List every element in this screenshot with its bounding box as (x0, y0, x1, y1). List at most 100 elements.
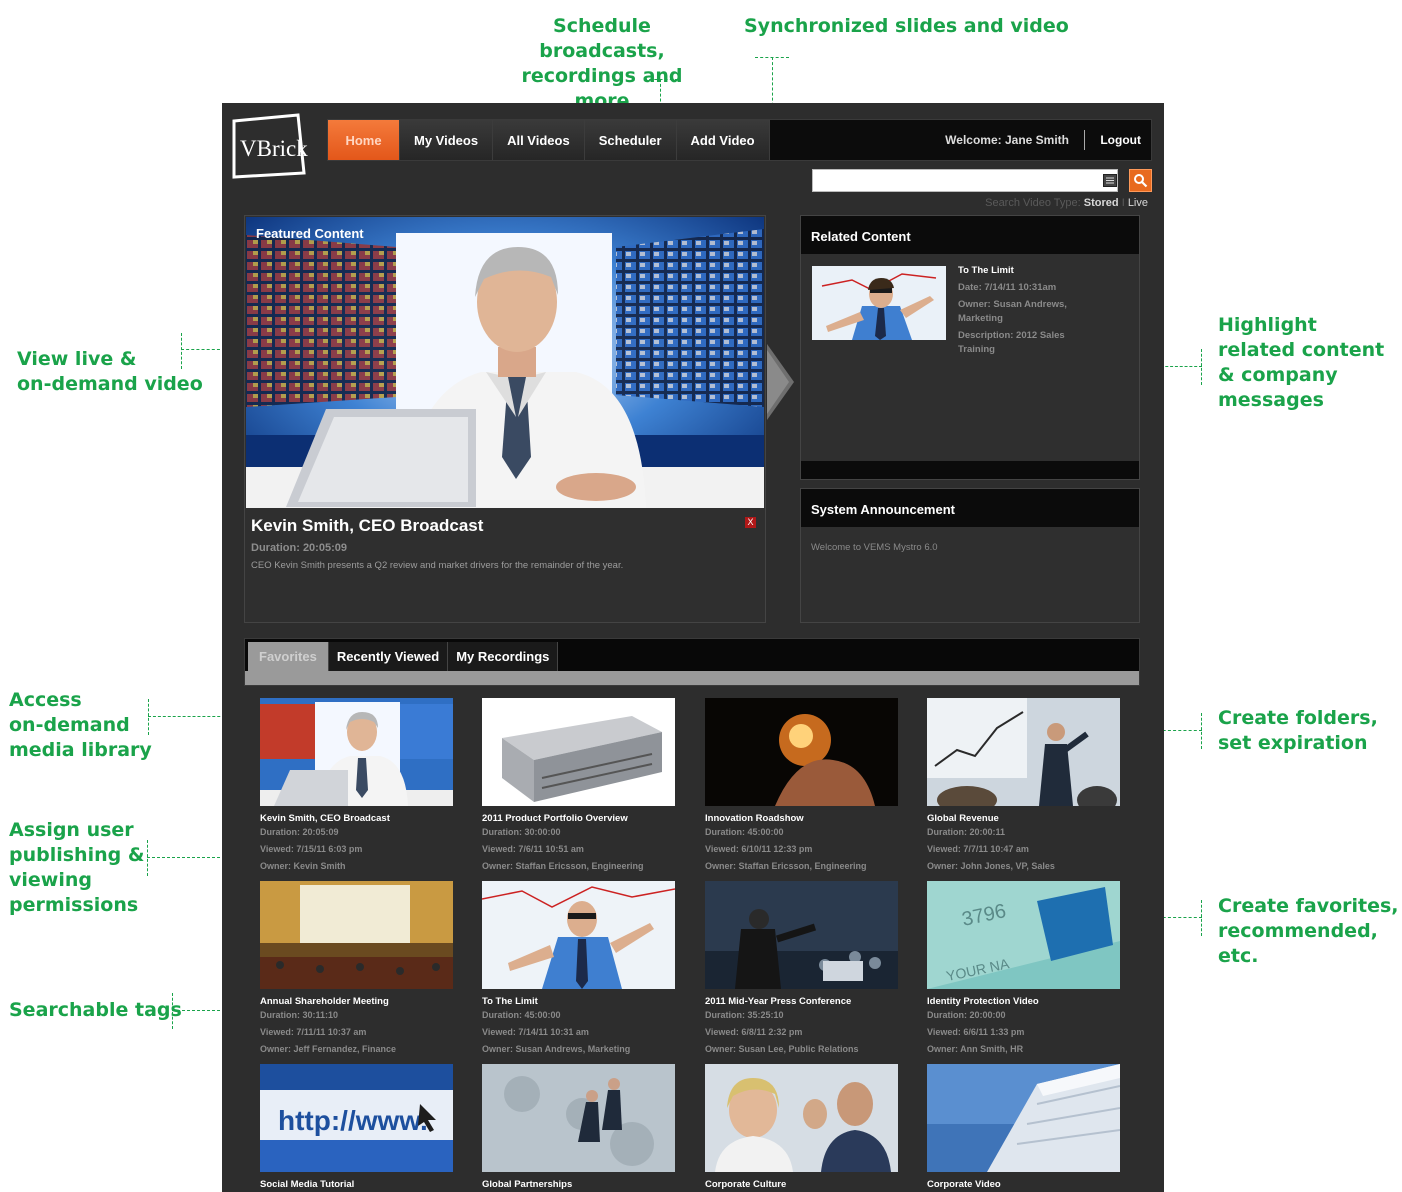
video-owner: Owner: Susan Andrews, Marketing (482, 1044, 631, 1054)
list-icon[interactable] (1103, 174, 1117, 187)
video-thumbnail[interactable] (927, 1064, 1120, 1172)
video-thumbnail[interactable] (927, 698, 1120, 806)
video-title[interactable]: Innovation Roadshow (705, 813, 901, 824)
video-viewed: Viewed: 6/8/11 2:32 pm (705, 1027, 803, 1037)
callout-schedule-line1: Schedule broadcasts, (539, 15, 665, 62)
video-duration: Duration: 20:00:11 (927, 827, 1006, 837)
video-thumbnail[interactable] (482, 698, 675, 806)
video-card[interactable]: Global Partnerships (482, 1064, 678, 1190)
related-video-owner: Owner: Susan Andrews, Marketing (958, 299, 1067, 324)
video-viewed: Viewed: 7/15/11 6:03 pm (260, 844, 363, 854)
video-thumbnail[interactable] (482, 1064, 675, 1172)
callout-sync: Synchronized slides and video (744, 15, 1069, 37)
callout-access-line1: Access (9, 689, 82, 711)
callout-access: Access on-demand media library (9, 688, 152, 763)
video-thumbnail[interactable] (705, 1064, 898, 1172)
video-viewed: Viewed: 7/11/11 10:37 am (260, 1027, 367, 1037)
callout-highlight-line2: related content (1218, 339, 1385, 361)
callout-assign: Assign user publishing & viewing permiss… (9, 818, 144, 918)
featured-duration: Duration: 20:05:09 (251, 542, 347, 554)
video-card[interactable]: 2011 Product Portfolio Overview Duration… (482, 698, 678, 875)
video-viewed: Viewed: 6/6/11 1:33 pm (927, 1027, 1025, 1037)
video-title[interactable]: 2011 Product Portfolio Overview (482, 813, 678, 824)
search-type-stored[interactable]: Stored (1084, 197, 1119, 209)
video-title[interactable]: To The Limit (482, 996, 678, 1007)
video-title[interactable]: Kevin Smith, CEO Broadcast (260, 813, 456, 824)
callout-view-live: View live & on-demand video (17, 347, 203, 397)
video-card[interactable]: Annual Shareholder Meeting Duration: 30:… (260, 881, 456, 1058)
related-content-panel: Related Content To The Limit Date: 7/14/… (800, 215, 1140, 480)
callout-assign-line4: permissions (9, 894, 139, 916)
video-title[interactable]: Global Partnerships (482, 1179, 678, 1190)
video-card[interactable]: To The Limit Duration: 45:00:00 Viewed: … (482, 881, 678, 1058)
callout-assign-line2: publishing & (9, 844, 145, 866)
video-title[interactable]: Social Media Tutorial (260, 1179, 456, 1190)
video-owner: Owner: Staffan Ericsson, Engineering (482, 861, 644, 871)
callout-favorites-line2: recommended, etc. (1218, 920, 1378, 967)
featured-content-label: Featured Content (256, 226, 364, 241)
search-type-live[interactable]: Live (1128, 197, 1148, 209)
related-video-title[interactable]: To The Limit (958, 264, 1098, 278)
video-title[interactable]: Corporate Culture (705, 1179, 901, 1190)
nav-tab-all-videos[interactable]: All Videos (493, 120, 585, 160)
video-viewed: Viewed: 6/10/11 12:33 pm (705, 844, 813, 854)
related-content-footer (801, 461, 1139, 479)
video-title[interactable]: Annual Shareholder Meeting (260, 996, 456, 1007)
search-button[interactable] (1129, 169, 1152, 192)
next-arrow-icon[interactable] (767, 344, 795, 420)
search-input[interactable] (812, 169, 1118, 192)
video-owner: Owner: Staffan Ericsson, Engineering (705, 861, 867, 871)
video-duration: Duration: 45:00:00 (705, 827, 784, 837)
video-title[interactable]: Corporate Video (927, 1179, 1123, 1190)
video-card[interactable]: Corporate Culture (705, 1064, 901, 1190)
nav-tab-add-video[interactable]: Add Video (676, 120, 770, 160)
callout-favorites: Create favorites, recommended, etc. (1218, 894, 1402, 969)
close-icon[interactable]: X (745, 517, 756, 528)
video-title[interactable]: Global Revenue (927, 813, 1123, 824)
related-video-thumbnail[interactable] (812, 266, 946, 340)
tab-recently-viewed[interactable]: Recently Viewed (328, 642, 449, 671)
thumbnail-url-text: http://www. (278, 1105, 428, 1136)
callout-schedule: Schedule broadcasts, recordings and more (497, 14, 707, 114)
video-thumbnail[interactable] (260, 698, 453, 806)
featured-description: CEO Kevin Smith presents a Q2 review and… (251, 560, 624, 571)
video-thumbnail[interactable] (482, 881, 675, 989)
video-duration: Duration: 30:11:10 (260, 1010, 339, 1020)
video-owner: Owner: John Jones, VP, Sales (927, 861, 1055, 871)
video-owner: Owner: Ann Smith, HR (927, 1044, 1024, 1054)
video-thumbnail[interactable]: http://www. (260, 1064, 453, 1172)
video-viewed: Viewed: 7/7/11 10:47 am (927, 844, 1029, 854)
video-viewed: Viewed: 7/6/11 10:51 am (482, 844, 584, 854)
video-duration: Duration: 20:05:09 (260, 827, 339, 837)
video-viewed: Viewed: 7/14/11 10:31 am (482, 1027, 589, 1037)
logout-link[interactable]: Logout (1100, 133, 1141, 147)
tab-favorites[interactable]: Favorites (248, 642, 329, 671)
video-thumbnail[interactable]: 3796 YOUR NA (927, 881, 1120, 989)
nav-tab-my-videos[interactable]: My Videos (400, 120, 494, 160)
callout-folders-line2: set expiration (1218, 732, 1368, 754)
featured-video-player[interactable]: Featured Content (246, 217, 764, 508)
video-card[interactable]: 2011 Mid-Year Press Conference Duration:… (705, 881, 901, 1058)
nav-tab-home[interactable]: Home (328, 120, 400, 160)
video-card[interactable]: Kevin Smith, CEO Broadcast Duration: 20:… (260, 698, 456, 875)
video-title[interactable]: Identity Protection Video (927, 996, 1123, 1007)
tab-my-recordings[interactable]: My Recordings (448, 642, 559, 671)
video-card[interactable]: http://www. Social Media Tutorial (260, 1064, 456, 1190)
search-type-separator: I (1121, 197, 1125, 209)
video-card[interactable]: Corporate Video (927, 1064, 1123, 1190)
video-owner: Owner: Jeff Fernandez, Finance (260, 1044, 397, 1054)
video-card[interactable]: Innovation Roadshow Duration: 45:00:00 V… (705, 698, 901, 875)
vems-portal: VBrick Home My Videos All Videos Schedul… (222, 103, 1164, 1192)
callout-folders: Create folders, set expiration (1218, 706, 1378, 756)
video-card[interactable]: Global Revenue Duration: 20:00:11 Viewed… (927, 698, 1123, 875)
video-thumbnail[interactable] (705, 881, 898, 989)
video-card[interactable]: 3796 YOUR NA Identity Protection Video D… (927, 881, 1123, 1058)
vbrick-logo[interactable]: VBrick (232, 113, 312, 179)
nav-tab-scheduler[interactable]: Scheduler (584, 120, 677, 160)
video-thumbnail[interactable] (260, 881, 453, 989)
callout-highlight-line3: & company (1218, 364, 1338, 386)
welcome-text: Welcome: Jane Smith (945, 133, 1069, 147)
video-title[interactable]: 2011 Mid-Year Press Conference (705, 996, 901, 1007)
video-thumbnail[interactable] (705, 698, 898, 806)
video-owner: Owner: Kevin Smith (260, 861, 346, 871)
